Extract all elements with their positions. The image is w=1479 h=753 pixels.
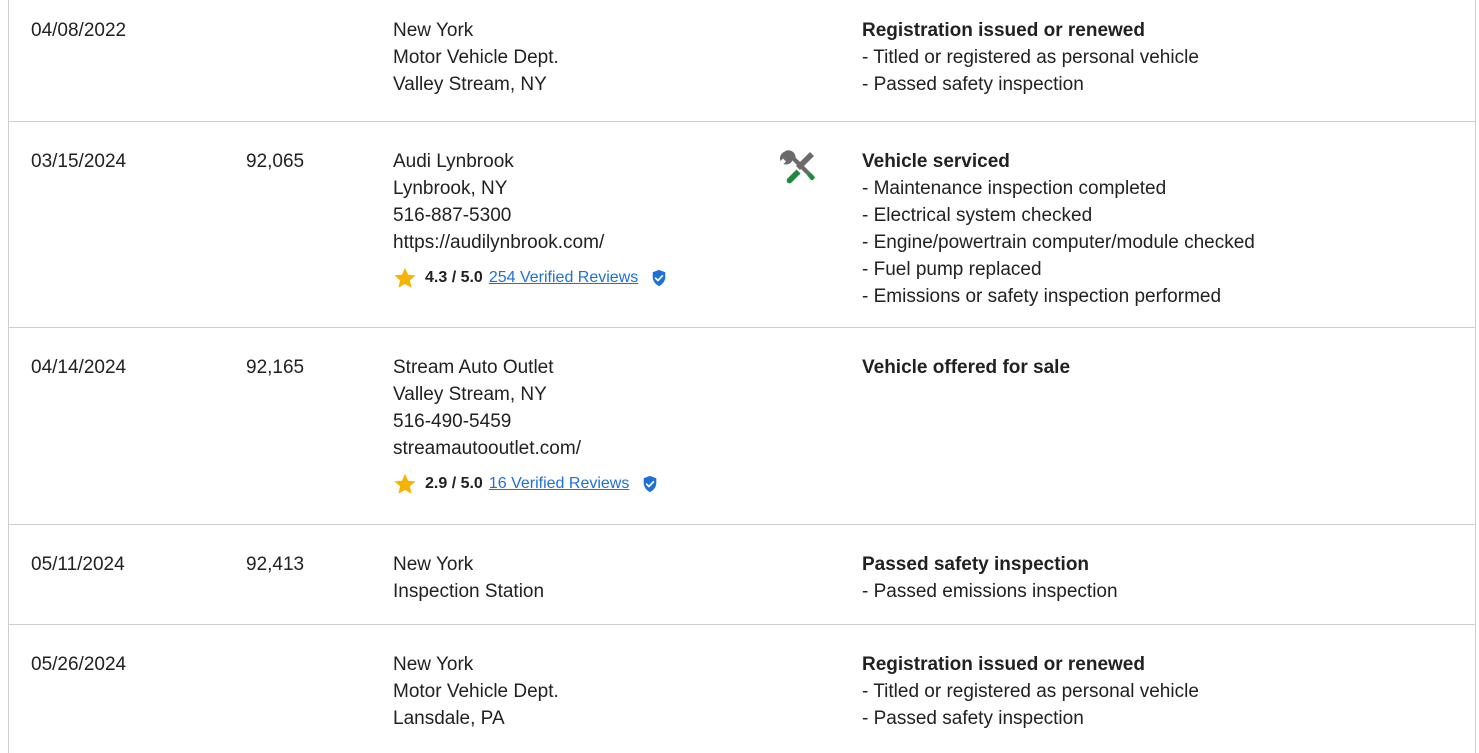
record-details: Vehicle serviced - Maintenance inspection… [862, 148, 1255, 310]
source-line: New York [393, 554, 474, 575]
detail-title: Passed safety inspection [862, 554, 1090, 575]
verified-reviews-link[interactable]: 254 Verified Reviews [489, 267, 638, 289]
detail-item: - Titled or registered as personal vehic… [862, 681, 1199, 702]
source-line: 516-490-5459 [393, 411, 512, 432]
record-date: 05/26/2024 [31, 654, 127, 675]
record-odometer: 92,065 [246, 151, 305, 172]
wrench-screwdriver-icon [779, 150, 815, 184]
record-details: Registration issued or renewed - Titled o… [862, 17, 1199, 98]
record-source: New York Motor Vehicle Dept. Lansdale, PA [393, 651, 559, 732]
history-record-row: 04/08/2022 New York Motor Vehicle Dept. Val… [9, 0, 1475, 122]
history-record-row: 05/26/2024 New York Motor Vehicle Dept. Lan… [9, 625, 1475, 753]
detail-title: Registration issued or renewed [862, 654, 1145, 675]
source-line: 516-887-5300 [393, 205, 512, 226]
detail-item: - Fuel pump replaced [862, 259, 1042, 280]
service-icon-cell [777, 149, 817, 197]
record-source: Audi Lynbrook Lynbrook, NY 516-887-5300 htt… [393, 148, 668, 290]
record-source: New York Motor Vehicle Dept. Valley Stream… [393, 17, 559, 98]
detail-item: - Maintenance inspection completed [862, 178, 1167, 199]
source-line: https://audilynbrook.com/ [393, 232, 605, 253]
source-line: Audi Lynbrook [393, 151, 514, 172]
detail-item: - Passed emissions inspection [862, 581, 1118, 602]
detail-item: - Engine/powertrain computer/module chec… [862, 232, 1255, 253]
source-line: streamautooutlet.com/ [393, 438, 581, 459]
star-icon [394, 473, 416, 494]
source-line: Inspection Station [393, 581, 545, 602]
verified-shield-icon [652, 269, 666, 287]
detail-title: Vehicle offered for sale [862, 357, 1071, 378]
record-source: New York Inspection Station [393, 551, 544, 605]
detail-title: Vehicle serviced [862, 151, 1010, 172]
vehicle-history-table: 04/08/2022 New York Motor Vehicle Dept. Val… [8, 0, 1476, 753]
record-date: 03/15/2024 [31, 151, 127, 172]
record-odometer: 92,413 [246, 554, 305, 575]
record-details: Passed safety inspection - Passed emissio… [862, 551, 1118, 605]
record-details: Vehicle offered for sale [862, 354, 1070, 381]
rating-score: 4.3 / 5.0 [425, 269, 483, 286]
history-record-row: 05/11/2024 92,413 New York Inspection Stati… [9, 525, 1475, 625]
verified-reviews-link[interactable]: 16 Verified Reviews [489, 473, 630, 495]
source-line: New York [393, 654, 474, 675]
verified-shield-icon [644, 475, 657, 493]
source-line: Lansdale, PA [393, 708, 505, 729]
source-line: Stream Auto Outlet [393, 357, 554, 378]
source-line: Valley Stream, NY [393, 74, 547, 95]
source-line: New York [393, 20, 474, 41]
source-line: Motor Vehicle Dept. [393, 47, 559, 68]
source-line: Valley Stream, NY [393, 384, 547, 405]
detail-item: - Passed safety inspection [862, 708, 1084, 729]
source-line: Lynbrook, NY [393, 178, 508, 199]
rating-score: 2.9 / 5.0 [425, 475, 483, 492]
record-date: 04/08/2022 [31, 20, 127, 41]
star-icon [394, 267, 416, 288]
record-source: Stream Auto Outlet Valley Stream, NY 516-4… [393, 354, 659, 496]
detail-item: - Emissions or safety inspection perform… [862, 286, 1222, 307]
history-record-row: 03/15/2024 92,065 Audi Lynbrook Lynbrook, N… [9, 122, 1475, 328]
detail-item: - Passed safety inspection [862, 74, 1084, 95]
record-date: 05/11/2024 [31, 554, 125, 575]
record-odometer: 92,165 [246, 357, 305, 378]
source-line: Motor Vehicle Dept. [393, 681, 559, 702]
detail-title: Registration issued or renewed [862, 20, 1145, 41]
dealer-rating: 2.9 / 5.0 16 Verified Reviews [393, 472, 659, 496]
detail-item: - Titled or registered as personal vehic… [862, 47, 1199, 68]
dealer-rating: 4.3 / 5.0 254 Verified Reviews [393, 266, 668, 290]
detail-item: - Electrical system checked [862, 205, 1093, 226]
record-details: Registration issued or renewed - Titled o… [862, 651, 1199, 732]
history-record-row: 04/14/2024 92,165 Stream Auto Outlet Valley… [9, 328, 1475, 525]
record-date: 04/14/2024 [31, 357, 127, 378]
